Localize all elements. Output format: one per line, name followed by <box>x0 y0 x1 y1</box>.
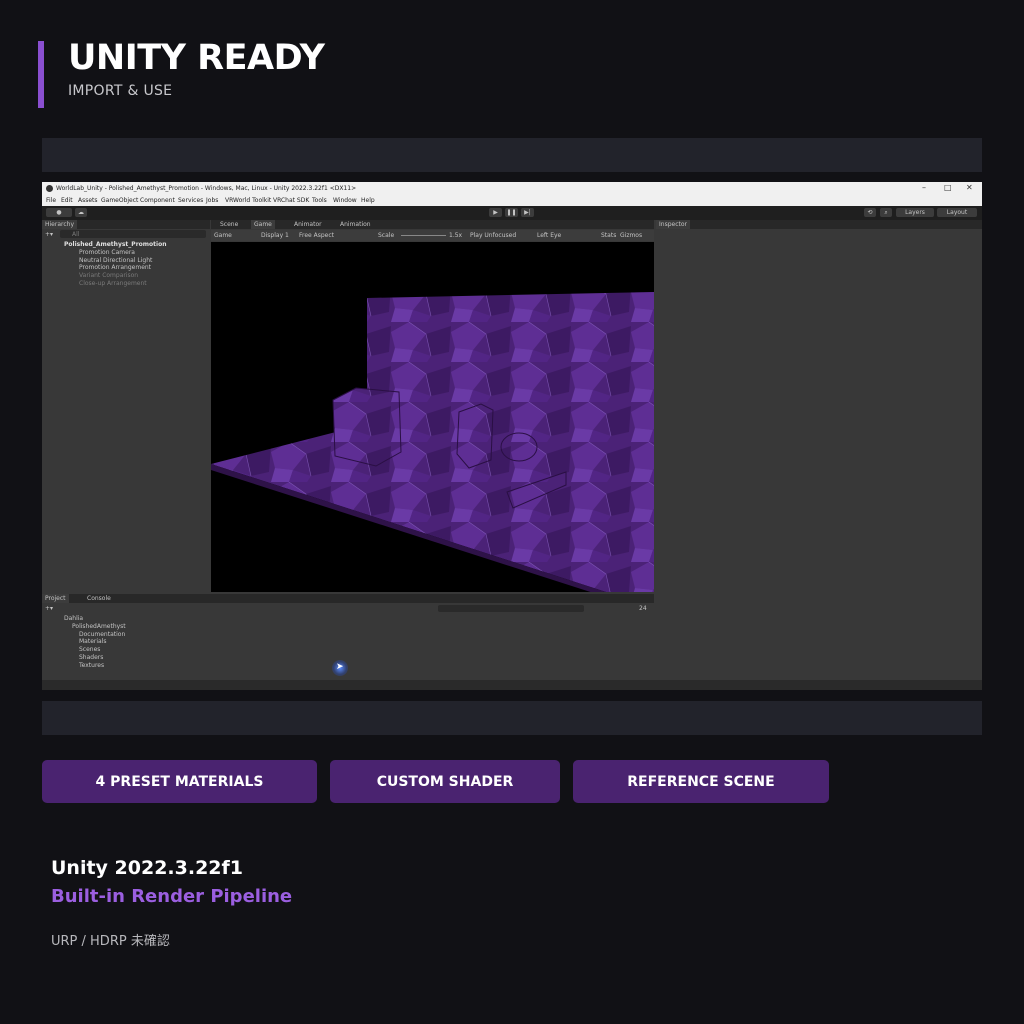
render-pipeline: Built-in Render Pipeline <box>51 886 293 907</box>
project-folder[interactable]: PolishedAmethyst <box>72 623 126 630</box>
page-title: UNITY READY <box>68 38 325 78</box>
pause-icon[interactable]: ❚❚ <box>505 208 518 217</box>
tab-console[interactable]: Console <box>84 594 114 603</box>
window-titlebar: WorldLab_Unity - Polished_Amethyst_Promo… <box>42 182 982 195</box>
hierarchy-item[interactable]: Close-up Arrangement <box>79 280 147 287</box>
status-bar <box>42 680 982 690</box>
project-folder[interactable]: Materials <box>79 638 107 645</box>
window-title: WorldLab_Unity - Polished_Amethyst_Promo… <box>56 185 357 192</box>
eye-dropdown[interactable]: Left Eye <box>537 232 561 239</box>
menu-bar: File Edit Assets GameObject Component Se… <box>42 195 982 206</box>
play-icon[interactable]: ▶ <box>489 208 502 217</box>
screenshot-frame-top <box>42 138 982 172</box>
project-folder[interactable]: Dahlia <box>64 615 83 622</box>
tab-hierarchy[interactable]: Hierarchy <box>42 220 78 229</box>
gizmos-dropdown[interactable]: Gizmos <box>620 232 642 239</box>
menu-vrchat-sdk[interactable]: VRChat SDK <box>273 197 309 204</box>
screenshot-frame-bottom <box>42 701 982 735</box>
menu-assets[interactable]: Assets <box>78 197 98 204</box>
tab-project[interactable]: Project <box>42 594 69 603</box>
scale-label: Scale <box>378 232 395 239</box>
menu-window[interactable]: Window <box>333 197 357 204</box>
main-toolbar: ● ☁ ▶ ❚❚ ▶| ⟲ ⌕ Layers Layout <box>42 206 982 220</box>
tab-inspector[interactable]: Inspector <box>656 220 690 229</box>
inspector-panel: Inspector <box>656 220 982 680</box>
hierarchy-panel: Hierarchy +▾ All Polished_Amethyst_Promo… <box>42 220 210 592</box>
add-icon[interactable]: +▾ <box>45 231 53 238</box>
layout-dropdown[interactable]: Layout <box>937 208 977 217</box>
reference-scene-button[interactable]: REFERENCE SCENE <box>573 760 829 803</box>
menu-jobs[interactable]: Jobs <box>206 197 218 204</box>
accent-bar <box>38 41 44 108</box>
hierarchy-item[interactable]: Variant Comparison <box>79 272 138 279</box>
tab-animator[interactable]: Animator <box>291 220 325 229</box>
cursor-icon: ➤ <box>336 662 344 672</box>
scale-value: 1.5x <box>449 232 463 239</box>
pipeline-note: URP / HDRP 未確認 <box>51 934 170 949</box>
project-add-icon[interactable]: +▾ <box>45 605 53 612</box>
amethyst-scene-render <box>211 292 654 592</box>
custom-shader-button[interactable]: CUSTOM SHADER <box>330 760 560 803</box>
hierarchy-item[interactable]: Promotion Camera <box>79 249 135 256</box>
display-dropdown[interactable]: Display 1 <box>261 232 289 239</box>
unity-editor-window: WorldLab_Unity - Polished_Amethyst_Promo… <box>42 182 982 690</box>
maximize-icon[interactable]: □ <box>944 183 952 192</box>
game-toolbar: Game Display 1 Free Aspect Scale 1.5x Pl… <box>211 230 654 241</box>
center-tabbar: Scene Game Animator Animation <box>211 220 654 229</box>
menu-vrworld-toolkit[interactable]: VRWorld Toolkit <box>225 197 271 204</box>
menu-gameobject[interactable]: GameObject <box>101 197 138 204</box>
stats-button[interactable]: Stats <box>601 232 616 239</box>
minimize-icon[interactable]: – <box>922 183 926 192</box>
hierarchy-item[interactable]: Neutral Directional Light <box>79 257 152 264</box>
play-mode-dropdown[interactable]: Play Unfocused <box>470 232 516 239</box>
scale-slider[interactable] <box>401 235 446 236</box>
unity-logo-icon <box>46 185 53 192</box>
aspect-dropdown[interactable]: Free Aspect <box>299 232 334 239</box>
unity-version: Unity 2022.3.22f1 <box>51 857 244 879</box>
tab-scene[interactable]: Scene <box>217 220 241 229</box>
hierarchy-item[interactable]: Promotion Arrangement <box>79 264 151 271</box>
hierarchy-search[interactable]: All <box>60 230 206 238</box>
project-search[interactable] <box>438 605 584 612</box>
menu-services[interactable]: Services <box>178 197 203 204</box>
project-folder[interactable]: Documentation <box>79 631 125 638</box>
project-folder[interactable]: Textures <box>79 662 104 669</box>
tab-animation[interactable]: Animation <box>337 220 374 229</box>
search-icon[interactable]: ⌕ <box>880 208 892 217</box>
layers-dropdown[interactable]: Layers <box>896 208 934 217</box>
account-button[interactable]: ● <box>46 208 72 217</box>
history-icon[interactable]: ⟲ <box>864 208 876 217</box>
game-view[interactable] <box>211 242 654 592</box>
project-folder[interactable]: Scenes <box>79 646 100 653</box>
project-folder[interactable]: Shaders <box>79 654 103 661</box>
tab-game[interactable]: Game <box>251 220 275 229</box>
project-panel: Project Console +▾ 24 Dahlia PolishedAme… <box>42 594 654 680</box>
menu-component[interactable]: Component <box>140 197 175 204</box>
hierarchy-scene-root[interactable]: Polished_Amethyst_Promotion <box>64 241 166 248</box>
display-mode-dropdown[interactable]: Game <box>214 232 232 239</box>
menu-file[interactable]: File <box>46 197 56 204</box>
cloud-icon[interactable]: ☁ <box>75 208 87 217</box>
hierarchy-search-placeholder: All <box>72 231 80 238</box>
menu-help[interactable]: Help <box>361 197 375 204</box>
page-subtitle: IMPORT & USE <box>68 83 173 99</box>
close-icon[interactable]: ✕ <box>966 183 973 192</box>
step-icon[interactable]: ▶| <box>521 208 534 217</box>
menu-edit[interactable]: Edit <box>61 197 73 204</box>
asset-count: 24 <box>639 605 647 612</box>
menu-tools[interactable]: Tools <box>312 197 327 204</box>
preset-materials-button[interactable]: 4 PRESET MATERIALS <box>42 760 317 803</box>
